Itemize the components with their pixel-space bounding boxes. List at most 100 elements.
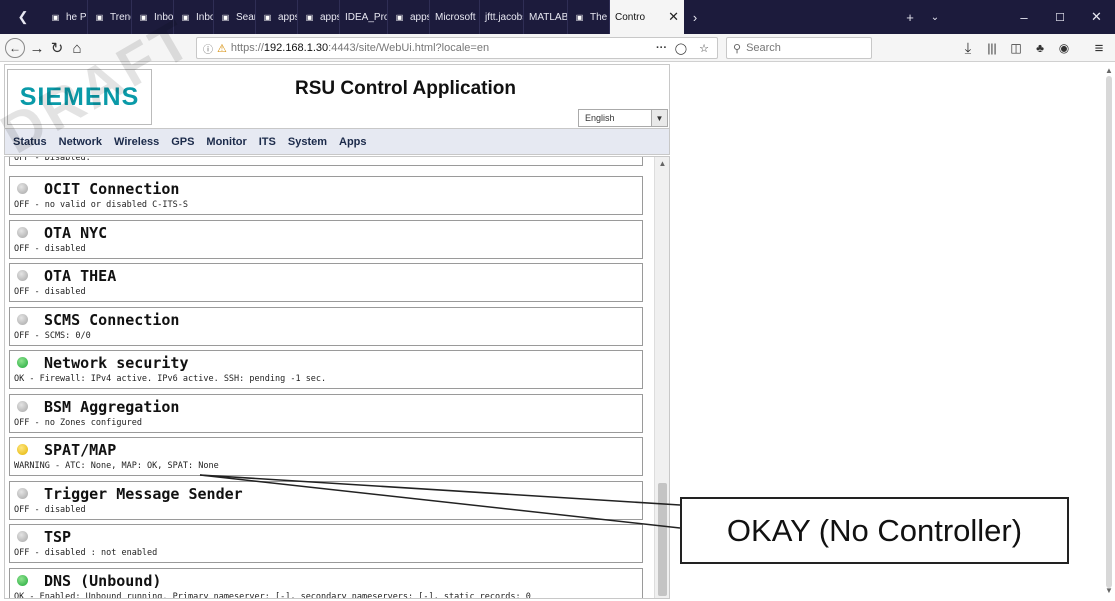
mail-icon: ▣ [139,12,148,22]
status-off-indicator-icon [17,487,28,499]
browser-tab[interactable]: ▣ apps.t [256,0,298,34]
menu-item-wireless[interactable]: Wireless [108,136,165,148]
minimize-button[interactable]: – [1006,0,1042,34]
status-card-title: OCIT Connection [44,180,180,198]
browser-tab[interactable]: ▣ Inbox [174,0,214,34]
status-card-detail: OFF - disabled [14,243,86,254]
menu-item-gps[interactable]: GPS [165,136,200,148]
browser-tab[interactable]: ▣ Inbox [132,0,174,34]
status-card-detail: OFF - disabled : not enabled [14,548,158,558]
info-icon[interactable]: ⓘ [203,41,213,56]
status-card: Trigger Message Sender OFF - disabled [9,480,643,520]
menu-item-apps[interactable]: Apps [333,136,373,148]
page-actions-button[interactable]: ··· [656,42,667,54]
status-card-detail: OFF - no valid or disabled C-ITS-S [14,200,188,210]
status-card: Network security OK - Firewall: IPv4 acti… [9,350,643,389]
address-bar[interactable]: ⓘ ⚠ https://192.168.1.30:4443/site/WebUi… [196,37,718,59]
account-button[interactable]: ◉ [1054,37,1074,59]
reload-icon: ↻ [50,40,64,57]
search-input[interactable]: ⚲ Search [726,37,872,59]
reload-button[interactable]: ↻ [48,37,66,59]
rsu-app: SIEMENS RSU Control Application English … [4,64,670,599]
browser-tab[interactable]: Contro ✕ [610,0,684,34]
status-card-title: Network security [44,354,189,372]
chevron-down-icon[interactable]: ▼ [651,110,667,126]
status-scrollbar[interactable]: ▲ [654,157,669,598]
browser-tab-strip: ▣ he Pi ▣ Trend ▣ Inbox ▣ Inbox ▣ Search ▣ apps.t ▣ a… [0,0,1115,34]
library-button[interactable]: ||| [982,37,1002,59]
page-scroll-up-icon[interactable]: ▲ [1103,66,1115,75]
status-card-title: SCMS Connection [44,310,180,329]
status-off-indicator-icon [17,226,28,238]
page-title: RSU Control Application [295,78,516,99]
search-placeholder: Search [746,42,781,54]
browser-tab[interactable]: ▣ Trend [88,0,132,34]
page-scroll-down-icon[interactable]: ▼ [1103,586,1115,595]
maximize-button[interactable]: ☐ [1042,0,1078,34]
status-card-title: TSP [44,528,72,546]
status-card-detail: OFF - disabled [14,504,86,515]
browser-nav-bar: ← → ↻ ⌂ ⓘ ⚠ https://192.168.1.30:4443/si… [0,34,1115,62]
tab-label: Inbox [154,11,174,23]
tab-label: IDEA_Prog [345,11,387,23]
language-value: English [585,113,615,123]
browser-tab[interactable]: ▣ The C [568,0,610,34]
mail-icon: ▣ [181,12,190,22]
language-select[interactable]: English ▼ [578,109,668,127]
extension-button[interactable]: ♣ [1030,37,1050,59]
back-arrow-icon: ← [5,38,25,58]
browser-tab[interactable]: ▣ apps.t [388,0,430,34]
flag-icon: ▣ [575,12,584,22]
scroll-up-icon[interactable]: ▲ [655,159,669,171]
status-card-title: DNS (Unbound) [44,571,162,590]
browser-tab[interactable]: ▣ he Pi [44,0,88,34]
apps-icon: ▣ [263,12,272,22]
menu-item-its[interactable]: ITS [253,136,282,148]
pocket-icon[interactable]: ◯ [675,42,687,55]
library-icon: ||| [987,41,997,55]
tab-label: Inbox [196,11,213,23]
status-card: DNS (Unbound) OK - Enabled: Unbound runni… [9,567,643,599]
status-off-indicator-icon [17,270,28,281]
browser-tab[interactable]: ▣ Search [214,0,256,34]
menu-button[interactable]: ≡ [1088,37,1110,59]
browser-tab[interactable]: IDEA_Prog [340,0,388,34]
bookmark-star-icon[interactable]: ☆ [699,42,709,55]
menu-item-network[interactable]: Network [53,136,108,148]
siemens-logo: SIEMENS [7,69,152,125]
new-tab-button[interactable]: + [900,0,920,34]
close-window-button[interactable]: ✕ [1078,0,1115,34]
status-card: OTA THEA OFF - disabled [9,263,643,302]
sidebar-button[interactable]: ◫ [1006,37,1026,59]
scroll-tabs-right-icon[interactable]: › [688,0,702,34]
url-suffix: :4443/site/WebUi.html?locale=en [328,42,490,54]
status-card: SCMS Connection OFF - SCMS: 0/0 [9,306,643,346]
browser-tab[interactable]: ▣ apps.t [298,0,340,34]
back-arrow-icon: ▣ [51,12,60,22]
scroll-tabs-left-icon[interactable]: ❮ [6,0,40,34]
page-scroll-thumb[interactable] [1106,76,1112,588]
scroll-thumb[interactable] [658,483,667,596]
menu-item-status[interactable]: Status [5,136,53,148]
insecure-lock-icon[interactable]: ⚠ [217,42,227,55]
menu-item-monitor[interactable]: Monitor [200,136,252,148]
browser-tab[interactable]: jftt.jacobs [480,0,524,34]
status-card-detail: OK - Firewall: IPv4 active. IPv6 active.… [14,374,327,384]
page-scrollbar[interactable]: ▲ ▼ [1103,62,1115,601]
menu-item-system[interactable]: System [282,136,333,148]
back-button[interactable]: ← [4,37,26,59]
tab-list-chevron-icon[interactable]: ⌄ [925,0,945,34]
status-card-title: OTA NYC [44,223,108,242]
forward-button[interactable]: → [28,37,46,59]
status-card: SPAT/MAP WARNING - ATC: None, MAP: OK, SP… [9,437,643,476]
account-icon: ◉ [1058,41,1070,55]
status-card-detail: OK - Enabled: Unbound running. Primary n… [14,591,531,599]
home-icon: ⌂ [72,39,82,57]
browser-tab[interactable]: MATLAB | [524,0,568,34]
tab-label: Contro [615,11,646,23]
downloads-button[interactable]: ⤓ [958,37,978,59]
home-button[interactable]: ⌂ [68,37,86,59]
browser-tab[interactable]: Microsoft [430,0,480,34]
close-tab-icon[interactable]: ✕ [668,9,679,25]
sidebar-icon: ◫ [1010,41,1022,55]
